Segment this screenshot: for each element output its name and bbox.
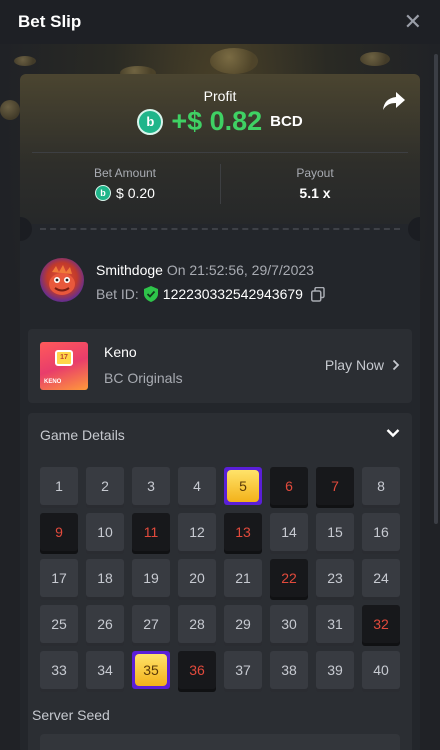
keno-cell: 19 (132, 559, 170, 597)
keno-cell-picked: 32 (362, 605, 400, 643)
copy-icon[interactable] (310, 286, 325, 302)
keno-cell-picked: 6 (270, 467, 308, 505)
keno-cell-picked: 9 (40, 513, 78, 551)
play-now-button[interactable]: Play Now (325, 357, 400, 373)
keno-cell: 37 (224, 651, 262, 689)
thumb-text: KENO (44, 379, 62, 385)
keno-cell: 27 (132, 605, 170, 643)
keno-cell: 31 (316, 605, 354, 643)
play-now-label: Play Now (324, 357, 384, 373)
payout-stat: Payout 5.1 x (220, 166, 410, 201)
dragon-avatar-icon (49, 265, 75, 295)
game-provider: BC Originals (104, 370, 183, 386)
keno-cell: 2 (86, 467, 124, 505)
keno-cell: 20 (178, 559, 216, 597)
keno-cell-picked: 13 (224, 513, 262, 551)
bet-amount-label: Bet Amount (93, 166, 157, 180)
keno-cell: 18 (86, 559, 124, 597)
game-details-panel: Game Details 1 2 3 4 5 6 7 8 9 10 11 12 13 14 15 16 17 18… (28, 413, 412, 750)
keno-cell: 14 (270, 513, 308, 551)
bet-amount-row: b $ 0.20 (30, 185, 220, 201)
keno-cell: 23 (316, 559, 354, 597)
keno-cell: 39 (316, 651, 354, 689)
divider (32, 152, 408, 153)
keno-game-thumbnail: 17 KENO (40, 342, 88, 390)
scrollbar[interactable] (434, 54, 438, 524)
keno-cell: 40 (362, 651, 400, 689)
keno-cell: 29 (224, 605, 262, 643)
server-seed-label: Server Seed (32, 707, 110, 723)
username[interactable]: Smithdoge (96, 262, 163, 278)
bet-slip-title: Bet Slip (18, 12, 82, 31)
keno-hit-gem: 5 (227, 470, 259, 502)
bc-coin-icon: b (137, 108, 164, 135)
keno-cell: 10 (86, 513, 124, 551)
bet-id-label: Bet ID: (96, 286, 139, 302)
keno-cell: 25 (40, 605, 78, 643)
bet-card: Profit b +$ 0.82 BCD Bet Amount b $ 0.20… (20, 74, 420, 750)
bet-time: On 21:52:56, 29/7/2023 (166, 262, 314, 278)
payout-label: Payout (296, 166, 334, 180)
keno-number-grid: 1 2 3 4 5 6 7 8 9 10 11 12 13 14 15 16 17 18 19 20 21 22 23 24 2… (40, 467, 400, 689)
keno-cell: 26 (86, 605, 124, 643)
bet-amount-stat: Bet Amount b $ 0.20 (30, 166, 220, 201)
bet-user-row: Smithdoge On 21:52:56, 29/7/2023 Bet ID:… (40, 258, 400, 308)
avatar[interactable] (40, 258, 84, 302)
keno-cell: 30 (270, 605, 308, 643)
share-icon[interactable] (382, 90, 406, 112)
bet-id-value: 122230332542943679 (162, 286, 303, 302)
bet-amount-value: $ 0.20 (116, 185, 155, 201)
payout-value: 5.1 x (299, 185, 331, 201)
bet-slip-header: Bet Slip ✕ (0, 0, 440, 44)
chevron-down-icon[interactable] (386, 428, 400, 438)
profit-value: +$ 0.82 (171, 106, 263, 136)
chevron-right-icon (392, 359, 400, 371)
thumb-number: 17 (55, 350, 73, 366)
ticket-notch-right (408, 217, 420, 241)
profit-area: Profit b +$ 0.82 BCD Bet Amount b $ 0.20… (20, 74, 420, 224)
keno-cell-picked: 11 (132, 513, 170, 551)
keno-hit-gem: 35 (135, 654, 167, 686)
decor-coin (0, 100, 20, 120)
keno-cell: 12 (178, 513, 216, 551)
keno-cell: 21 (224, 559, 262, 597)
keno-cell: 24 (362, 559, 400, 597)
bet-username-line: Smithdoge On 21:52:56, 29/7/2023 (96, 262, 314, 278)
game-name: Keno (104, 344, 137, 360)
dashed-separator (40, 228, 400, 230)
keno-cell: 3 (132, 467, 170, 505)
keno-cell: 8 (362, 467, 400, 505)
keno-cell: 15 (316, 513, 354, 551)
keno-cell: 34 (86, 651, 124, 689)
bet-id-line: Bet ID: 122230332542943679 (96, 286, 325, 302)
bc-coin-icon: b (95, 185, 112, 201)
profit-row: b +$ 0.82 BCD (20, 106, 420, 137)
keno-cell: 28 (178, 605, 216, 643)
decor-coin (360, 52, 390, 66)
keno-cell: 33 (40, 651, 78, 689)
keno-cell: 1 (40, 467, 78, 505)
keno-cell-hit: 35 (132, 651, 170, 689)
keno-cell-picked: 7 (316, 467, 354, 505)
keno-cell-hit: 5 (224, 467, 262, 505)
game-details-title: Game Details (40, 427, 125, 443)
keno-cell: 4 (178, 467, 216, 505)
decor-coin (210, 48, 258, 74)
decor-coin (14, 56, 36, 66)
keno-cell: 17 (40, 559, 78, 597)
keno-cell: 16 (362, 513, 400, 551)
close-icon[interactable]: ✕ (404, 11, 422, 33)
keno-cell-picked: 36 (178, 651, 216, 689)
server-seed-field (40, 734, 400, 750)
keno-cell: 38 (270, 651, 308, 689)
shield-check-icon (143, 286, 158, 302)
profit-label: Profit (203, 88, 237, 104)
game-row[interactable]: 17 KENO Keno BC Originals Play Now (28, 329, 412, 403)
keno-cell-picked: 22 (270, 559, 308, 597)
profit-unit: BCD (270, 113, 303, 130)
